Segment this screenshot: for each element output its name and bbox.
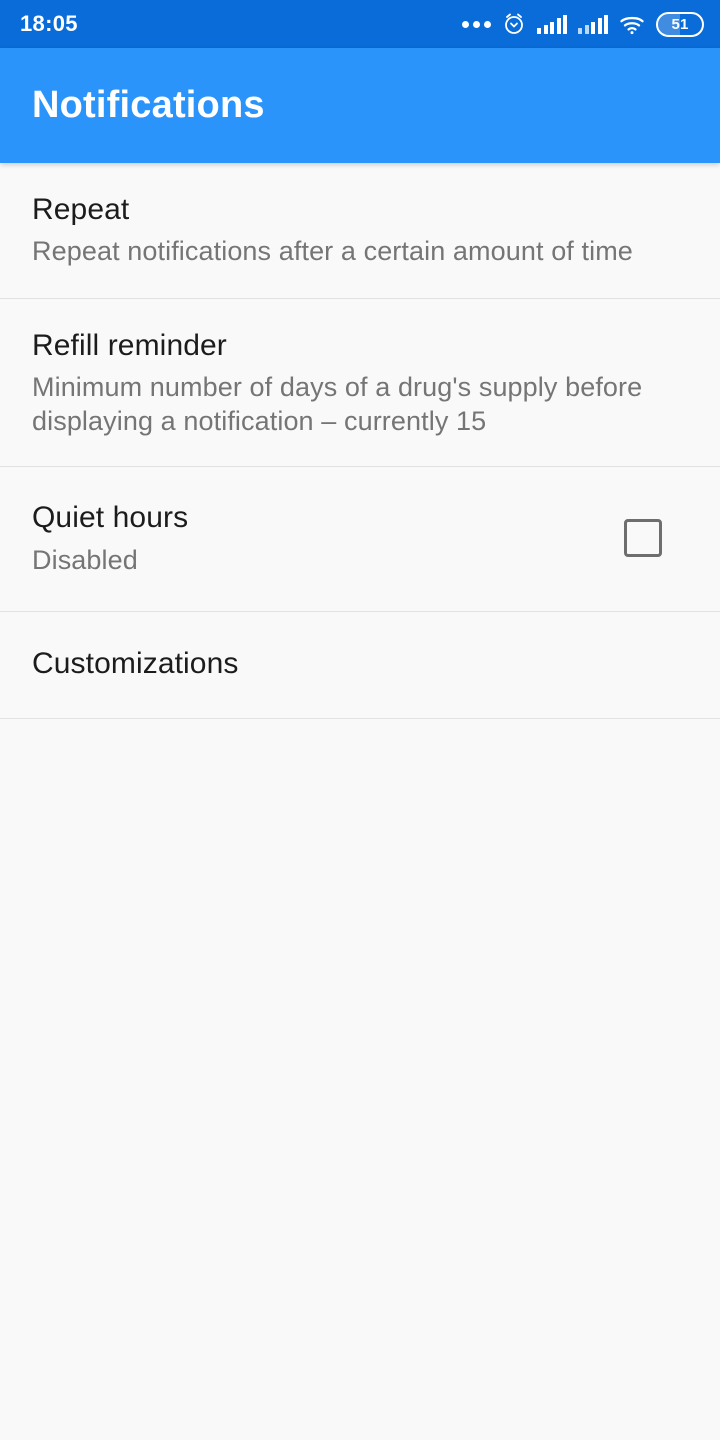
app-bar: Notifications bbox=[0, 48, 720, 163]
phone-screen: 18:05 51 Notifications Repeat Repeat not… bbox=[0, 0, 720, 1440]
setting-title: Customizations bbox=[32, 646, 239, 680]
setting-row-quiet-hours[interactable]: Quiet hours Disabled bbox=[0, 467, 720, 612]
setting-row-customizations[interactable]: Customizations bbox=[0, 611, 720, 719]
setting-subtitle: Disabled bbox=[32, 544, 138, 575]
setting-row-texts: Refill reminder Minimum number of days o… bbox=[32, 327, 688, 438]
battery-icon: 51 bbox=[656, 11, 704, 37]
status-bar-icons: 51 bbox=[462, 11, 704, 37]
empty-content-area bbox=[0, 738, 720, 1440]
status-bar: 18:05 51 bbox=[0, 0, 720, 48]
setting-row-texts: Quiet hours Disabled bbox=[32, 499, 624, 576]
alarm-icon bbox=[502, 12, 526, 36]
setting-row-refill-reminder[interactable]: Refill reminder Minimum number of days o… bbox=[0, 299, 720, 468]
page-title: Notifications bbox=[32, 84, 265, 126]
more-dots-icon bbox=[462, 20, 491, 28]
battery-level-label: 51 bbox=[671, 15, 689, 33]
wifi-icon bbox=[619, 14, 645, 35]
setting-title: Refill reminder bbox=[32, 329, 227, 363]
setting-row-repeat[interactable]: Repeat Repeat notifications after a cert… bbox=[0, 163, 720, 300]
setting-row-texts: Customizations bbox=[32, 645, 688, 682]
settings-list: Repeat Repeat notifications after a cert… bbox=[0, 163, 720, 719]
status-bar-clock: 18:05 bbox=[20, 11, 78, 36]
signal-icon-secondary bbox=[578, 14, 608, 34]
quiet-hours-checkbox[interactable] bbox=[624, 519, 662, 558]
setting-subtitle: Minimum number of days of a drug's suppl… bbox=[32, 372, 643, 437]
setting-row-texts: Repeat Repeat notifications after a cert… bbox=[32, 191, 688, 268]
setting-subtitle: Repeat notifications after a certain amo… bbox=[32, 236, 633, 267]
setting-title: Quiet hours bbox=[32, 501, 189, 535]
setting-title: Repeat bbox=[32, 193, 130, 226]
signal-icon bbox=[537, 14, 567, 34]
